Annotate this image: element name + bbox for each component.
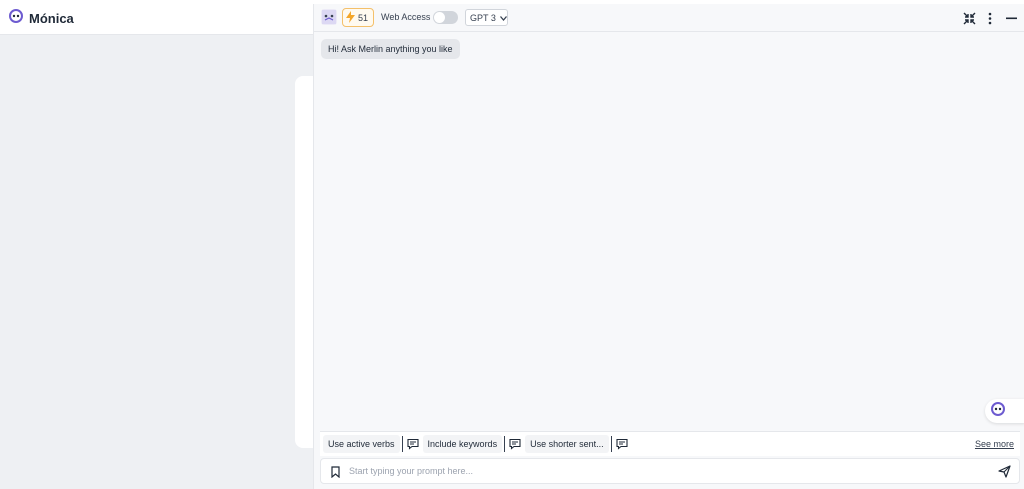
send-icon[interactable] — [997, 464, 1011, 478]
suggestion-chip[interactable]: Include keywords — [422, 435, 503, 453]
panel-header: 51 Web Access GPT 3 — [314, 4, 1024, 32]
suggestion-bar: Use active verbs Include keywords Use sh… — [320, 431, 1020, 456]
more-options-icon[interactable] — [982, 10, 998, 26]
greeting-message: Hi! Ask Merlin anything you like — [321, 39, 460, 59]
user-avatar[interactable] — [321, 9, 337, 25]
query-count: 51 — [358, 12, 369, 23]
add-to-prompt-icon[interactable] — [615, 437, 629, 451]
suggestion-chip[interactable]: Use active verbs — [323, 435, 400, 453]
see-more-link[interactable]: See more — [975, 439, 1014, 449]
bookmark-icon[interactable] — [329, 465, 341, 479]
query-count-badge[interactable]: 51 — [342, 8, 374, 27]
divider — [401, 436, 403, 452]
model-select[interactable]: GPT 3 — [465, 9, 508, 26]
prompt-input[interactable] — [349, 462, 969, 480]
model-select-value: GPT 3 — [470, 12, 496, 23]
web-access-label: Web Access — [381, 12, 431, 22]
monica-logo[interactable]: Mónica — [9, 9, 74, 28]
monica-icon — [991, 401, 1005, 421]
chevron-down-icon — [499, 13, 507, 23]
divider — [504, 436, 506, 452]
add-to-prompt-icon[interactable] — [508, 437, 522, 451]
logo-text: Mónica — [29, 11, 74, 26]
minimize-icon[interactable] — [1003, 10, 1019, 26]
web-access-toggle[interactable] — [433, 11, 458, 24]
merlin-side-panel: 51 Web Access GPT 3 Hi! Ask Merlin anyth… — [313, 4, 1024, 489]
lightning-icon — [346, 10, 355, 25]
collapse-icon[interactable] — [961, 10, 977, 26]
monica-logo-icon — [9, 9, 23, 28]
add-to-prompt-icon[interactable] — [406, 437, 420, 451]
suggestion-chip[interactable]: Use shorter sent... — [525, 435, 609, 453]
toggle-knob — [434, 12, 445, 23]
monica-float-button[interactable] — [985, 399, 1024, 423]
divider — [610, 436, 612, 452]
prompt-input-bar — [320, 458, 1020, 484]
